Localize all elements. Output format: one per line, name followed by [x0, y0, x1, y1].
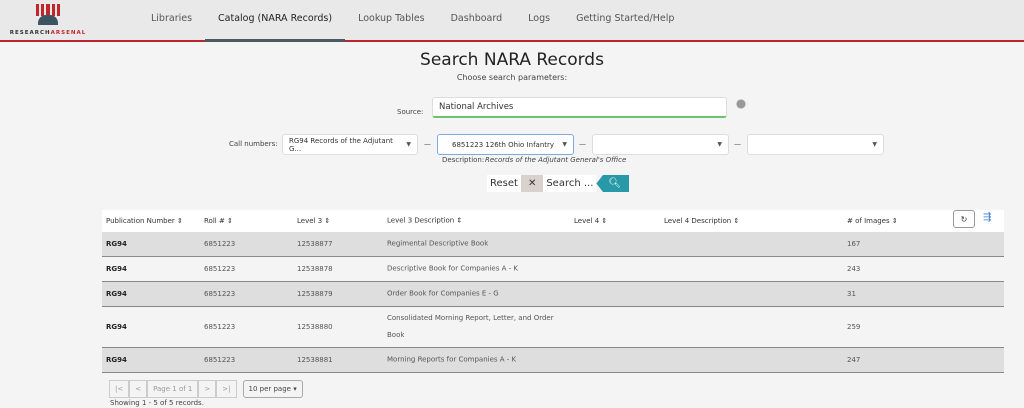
call-number-1-value: RG94 Records of the Adjutant G... [289, 136, 393, 153]
page-subtitle: Choose search parameters: [456, 73, 568, 82]
col-level-3[interactable]: Level 3 ⇕ [297, 217, 330, 225]
nav-lookup-tables[interactable]: Lookup Tables [345, 0, 438, 42]
call-number-3-select[interactable]: ▼ [592, 134, 729, 155]
search-actions: Reset ✕ Search ... 🔍︎ [487, 175, 630, 192]
cell-publication-number: RG94 [106, 240, 127, 248]
nav-help[interactable]: Getting Started/Help [563, 0, 687, 42]
caret-down-icon: ▼ [406, 141, 411, 148]
page-indicator: Page 1 of 1 [147, 380, 199, 398]
caret-down-icon: ▼ [717, 141, 722, 148]
cell-images: 259 [847, 323, 861, 331]
col-roll[interactable]: Roll # ⇕ [204, 217, 233, 225]
cell-level-3-description: Consolidated Morning Report, Letter, and… [387, 314, 554, 339]
source-value: National Archives [439, 102, 514, 112]
records-count: Showing 1 - 5 of 5 records. [110, 399, 204, 407]
nav-catalog[interactable]: Catalog (NARA Records) [205, 0, 346, 42]
last-page-button[interactable]: >| [216, 380, 237, 398]
national-archives-seal-icon [732, 97, 750, 117]
cell-roll: 6851223 [204, 240, 236, 248]
call-number-2-value: 6851223 126th Ohio Infantry [452, 140, 555, 149]
close-icon[interactable]: ✕ [520, 175, 544, 192]
cell-publication-number: RG94 [106, 323, 127, 331]
cell-level-3: 12538879 [297, 290, 333, 298]
brand-name-accent: ARSENAL [50, 30, 87, 36]
page-title: Search NARA Records [420, 50, 604, 70]
table-header: Publication Number ⇕ Roll # ⇕ Level 3 ⇕ … [102, 210, 1004, 232]
cell-roll: 6851223 [204, 290, 236, 298]
refresh-icon[interactable]: ↻ [953, 210, 975, 228]
search-icon[interactable]: 🔍︎ [596, 175, 630, 192]
separator: — [424, 140, 431, 148]
cell-images: 243 [847, 265, 861, 273]
caret-down-icon: ▼ [872, 141, 877, 148]
nav-libraries[interactable]: Libraries [138, 0, 205, 42]
search-button[interactable]: Search ... [543, 175, 597, 192]
next-page-button[interactable]: > [198, 380, 217, 398]
description-label: Description: [442, 156, 485, 164]
cell-level-3: 12538878 [297, 265, 333, 273]
call-number-4-select[interactable]: ▼ [747, 134, 884, 155]
cell-level-3-description: Descriptive Book for Companies A - K [387, 264, 518, 273]
reset-button[interactable]: Reset [487, 175, 521, 192]
col-publication-number[interactable]: Publication Number ⇕ [106, 217, 183, 225]
table-row[interactable]: RG94 6851223 12538881 Morning Reports for C… [102, 348, 1004, 373]
research-arsenal-logo[interactable]: RESEARCHARSENAL [6, 4, 90, 36]
records-table: Publication Number ⇕ Roll # ⇕ Level 3 ⇕ … [102, 210, 1004, 373]
cell-level-3-description: Order Book for Companies E - G [387, 289, 499, 298]
source-input[interactable]: National Archives [432, 97, 727, 118]
cell-level-3-description: Morning Reports for Companies A - K [387, 355, 517, 364]
caret-down-icon: ▼ [562, 141, 567, 148]
separator: — [579, 140, 586, 148]
main-nav: Libraries Catalog (NARA Records) Lookup … [138, 0, 687, 42]
top-navbar: RESEARCHARSENAL Libraries Catalog (NARA … [0, 0, 1024, 42]
cell-publication-number: RG94 [106, 265, 127, 273]
col-images[interactable]: # of Images ⇕ [847, 217, 898, 225]
nav-logs[interactable]: Logs [515, 0, 563, 42]
col-level-3-description[interactable]: Level 3 Description ⇕ [387, 213, 567, 230]
filter-settings-icon[interactable]: ⇶ [983, 212, 991, 223]
cell-roll: 6851223 [204, 356, 236, 364]
cell-level-3: 12538881 [297, 356, 333, 364]
cell-images: 167 [847, 240, 861, 248]
logo-icon [36, 4, 61, 26]
table-row[interactable]: RG94 6851223 12538878 Descriptive Book for … [102, 257, 1004, 282]
call-number-1-select[interactable]: RG94 Records of the Adjutant G... ▼ [282, 134, 418, 155]
call-numbers-label: Call numbers: [229, 140, 278, 148]
cell-publication-number: RG94 [106, 290, 127, 298]
brand-name: RESEARCH [9, 30, 51, 36]
cell-level-3-description: Regimental Descriptive Book [387, 239, 489, 248]
cell-level-3: 12538880 [297, 323, 333, 331]
table-row[interactable]: RG94 6851223 12538877 Regimental Descriptiv… [102, 232, 1004, 257]
source-label: Source: [397, 108, 424, 116]
separator: — [734, 140, 741, 148]
call-number-2-select[interactable]: 6851223 126th Ohio Infantry ▼ [437, 134, 574, 155]
nav-dashboard[interactable]: Dashboard [438, 0, 516, 42]
table-row[interactable]: RG94 6851223 12538879 Order Book for Compan… [102, 282, 1004, 307]
cell-roll: 6851223 [204, 323, 236, 331]
prev-page-button[interactable]: < [129, 380, 148, 398]
cell-level-3: 12538877 [297, 240, 333, 248]
cell-publication-number: RG94 [106, 356, 127, 364]
cell-images: 31 [847, 290, 856, 298]
col-level-4[interactable]: Level 4 ⇕ [574, 217, 607, 225]
first-page-button[interactable]: |< [109, 380, 130, 398]
table-row[interactable]: RG94 6851223 12538880 Consolidated Morning … [102, 307, 1004, 348]
per-page-select[interactable]: 10 per page ▾ [242, 380, 303, 398]
description-value: Records of the Adjutant General's Office [485, 156, 627, 164]
cell-images: 247 [847, 356, 861, 364]
col-level-4-description[interactable]: Level 4 Description ⇕ [664, 217, 739, 225]
pagination: |< < Page 1 of 1 > >| 10 per page ▾ [109, 380, 303, 398]
cell-roll: 6851223 [204, 265, 236, 273]
